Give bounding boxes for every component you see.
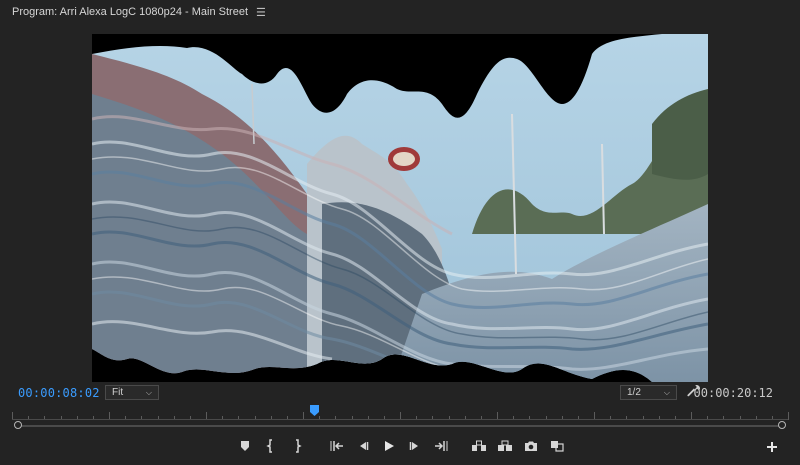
chevron-down-icon: ⌵ xyxy=(663,387,670,397)
zoom-level-dropdown[interactable]: Fit ⌵ xyxy=(105,385,159,400)
go-to-in-button[interactable] xyxy=(328,437,346,455)
mark-out-button[interactable] xyxy=(288,437,306,455)
step-back-icon xyxy=(360,442,369,450)
panel-title: Program: Arri Alexa LogC 1080p24 - Main … xyxy=(12,6,249,18)
transport-controls xyxy=(236,437,574,455)
scrollbar-handle-left[interactable] xyxy=(14,421,22,429)
step-forward-button[interactable] xyxy=(406,437,424,455)
step-forward-icon xyxy=(409,442,418,450)
scrollbar-track xyxy=(20,425,780,427)
program-monitor-viewport[interactable] xyxy=(92,34,708,382)
go-to-out-icon xyxy=(435,441,448,451)
add-marker-button[interactable] xyxy=(236,437,254,455)
time-ruler[interactable] xyxy=(12,406,789,420)
step-back-button[interactable] xyxy=(354,437,372,455)
chevron-down-icon: ⌵ xyxy=(145,387,152,397)
go-to-out-button[interactable] xyxy=(432,437,450,455)
extract-button[interactable] xyxy=(496,437,514,455)
export-frame-button[interactable] xyxy=(522,437,540,455)
comparison-view-button[interactable] xyxy=(548,437,566,455)
panel-header: Program: Arri Alexa LogC 1080p24 - Main … xyxy=(0,0,800,24)
mark-in-button[interactable] xyxy=(262,437,280,455)
playback-resolution-value: 1/2 xyxy=(627,387,641,398)
zoom-level-value: Fit xyxy=(112,387,124,398)
timeline-zoom-scrollbar[interactable] xyxy=(14,421,786,429)
mark-in-icon xyxy=(266,439,272,453)
hamburger-menu-icon[interactable]: ☰ xyxy=(256,6,266,19)
duration-timecode: 00:00:20:12 xyxy=(693,386,773,400)
camera-icon xyxy=(525,441,537,451)
current-timecode[interactable]: 00:00:08:02 xyxy=(18,386,100,400)
ruler-baseline xyxy=(12,419,788,420)
play-button[interactable] xyxy=(380,437,398,455)
lift-button[interactable] xyxy=(470,437,488,455)
marker-icon xyxy=(241,441,249,451)
play-icon xyxy=(385,441,394,451)
extract-icon xyxy=(498,440,512,451)
comparison-icon xyxy=(551,441,564,452)
playhead-marker[interactable] xyxy=(310,405,319,416)
go-to-in-icon xyxy=(330,441,343,451)
mark-out-icon xyxy=(296,439,302,453)
button-editor-add-icon[interactable] xyxy=(765,440,779,454)
ruler-tick xyxy=(788,412,789,420)
lift-icon xyxy=(472,440,486,451)
video-frame xyxy=(92,34,708,382)
scrollbar-handle-right[interactable] xyxy=(778,421,786,429)
playback-resolution-dropdown[interactable]: 1/2 ⌵ xyxy=(620,385,677,400)
